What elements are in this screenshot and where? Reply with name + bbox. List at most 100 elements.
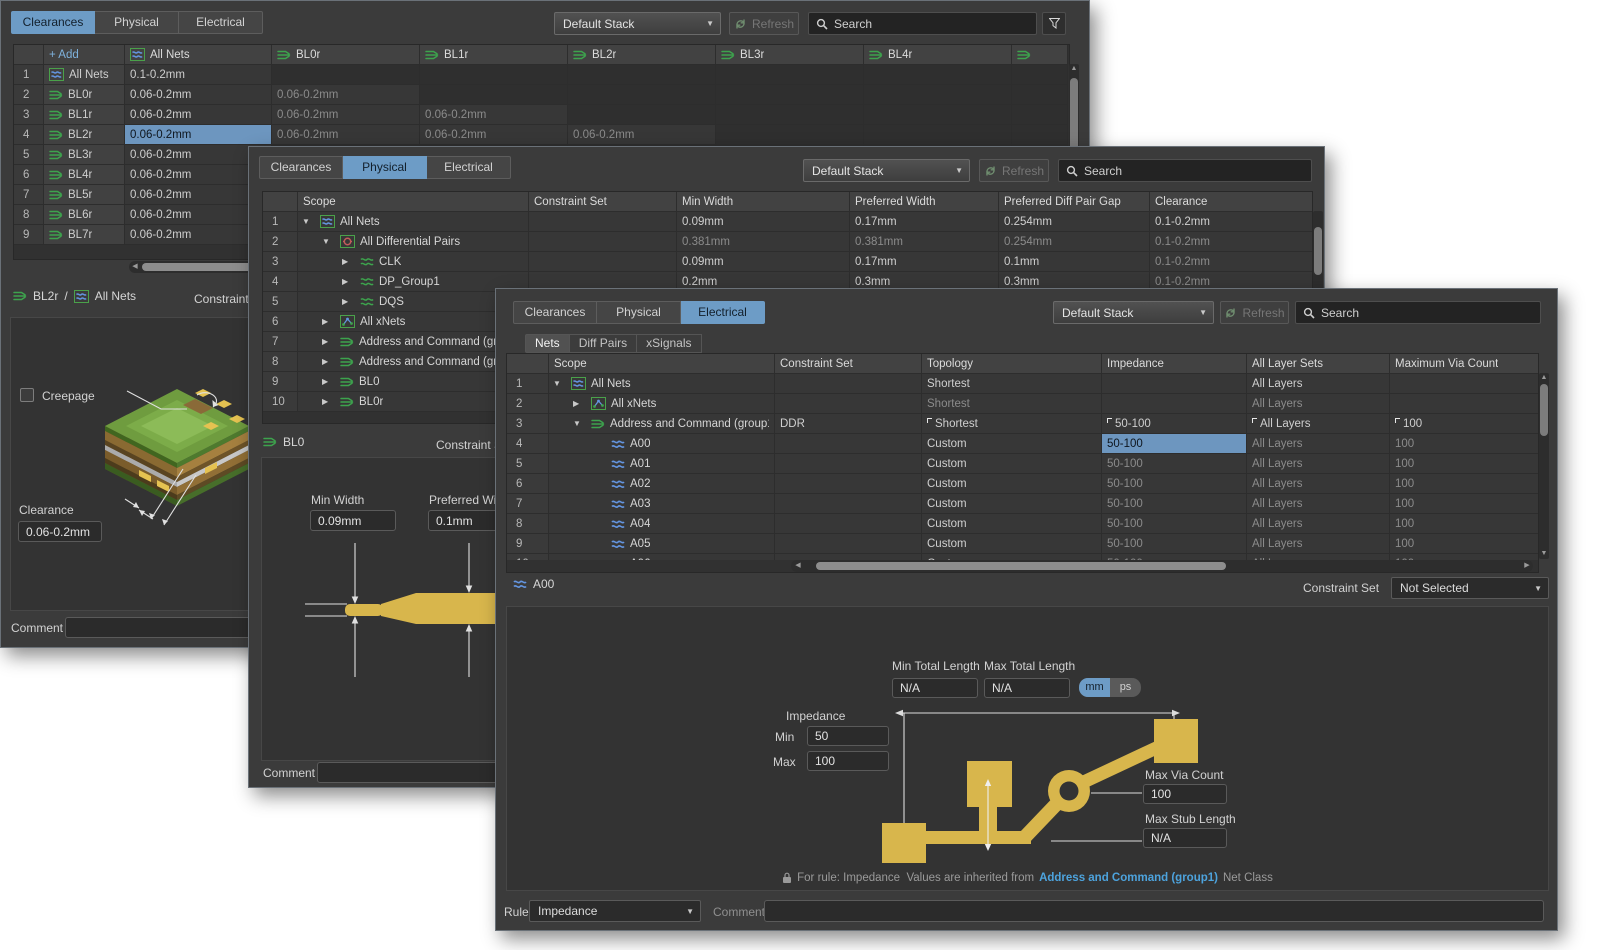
cell[interactable]: 100 [1390,534,1538,554]
clearance-value-field[interactable] [18,521,102,542]
cell[interactable] [1390,394,1538,414]
tab-electrical[interactable]: Electrical [427,156,511,179]
constraint-set-select[interactable]: Not Selected ▼ [1391,577,1549,599]
vertical-scrollbar[interactable]: ▲ ▼ [1539,373,1549,559]
scope-a00[interactable]: A00 [549,434,775,454]
cell[interactable]: Custom [922,534,1102,554]
subtab-xsignals[interactable]: xSignals [637,334,701,353]
expander-icon[interactable]: ▶ [342,277,355,286]
cell[interactable]: All Layers [1247,374,1390,394]
scroll-right-icon[interactable]: ▶ [1522,560,1532,572]
scroll-down-icon[interactable]: ▼ [1539,549,1549,559]
matrix-cell[interactable] [864,85,1012,105]
stack-select[interactable]: Default Stack ▼ [803,159,970,182]
cell[interactable]: 50-100 [1102,514,1247,534]
filter-button[interactable] [1042,12,1066,35]
matrix-cell[interactable]: 0.06-0.2mm [420,125,568,145]
cell[interactable] [775,474,922,494]
tab-physical[interactable]: Physical [343,156,427,179]
expander-icon[interactable]: ▶ [573,399,586,408]
matrix-cell[interactable] [568,85,716,105]
matrix-cell[interactable] [568,65,716,85]
comment-input[interactable] [764,900,1544,922]
cell[interactable]: Custom [922,494,1102,514]
cell[interactable]: All Layers [1247,494,1390,514]
matrix-cell[interactable] [864,125,1012,145]
cell[interactable]: Shortest [922,394,1102,414]
tab-physical[interactable]: Physical [95,11,179,34]
column-header-bl2r[interactable]: BL2r [568,45,716,65]
cell[interactable] [775,494,922,514]
expander-icon[interactable]: ▶ [322,337,335,346]
row-header-all-nets[interactable]: All Nets [44,65,125,85]
cell[interactable]: 0.1mm [999,252,1150,272]
matrix-cell[interactable] [864,105,1012,125]
column-header-preferred-width[interactable]: Preferred Width [850,192,999,212]
scroll-left-icon[interactable]: ◀ [793,560,803,572]
unit-ps-button[interactable]: ps [1110,678,1141,697]
row-header-bl1r[interactable]: BL1r [44,105,125,125]
matrix-cell[interactable] [272,65,420,85]
column-header-all-layer-sets[interactable]: All Layer Sets [1247,354,1390,374]
scope-all-nets[interactable]: ▼All Nets [298,212,529,232]
cell[interactable]: 100 [1390,414,1538,434]
row-header-bl7r[interactable]: BL7r [44,225,125,245]
cell[interactable] [775,534,922,554]
matrix-cell[interactable] [716,125,864,145]
stack-select[interactable]: Default Stack ▼ [554,12,721,35]
add-column-button[interactable]: + Add [44,45,125,65]
cell[interactable]: 0.254mm [999,232,1150,252]
expander-icon[interactable]: ▶ [322,397,335,406]
horizontal-scroll-thumb[interactable] [816,562,1226,570]
matrix-cell[interactable] [716,65,864,85]
cell[interactable] [1102,374,1247,394]
cell[interactable] [529,252,677,272]
tab-physical[interactable]: Physical [597,301,681,324]
cell[interactable]: 50-100 [1102,434,1247,454]
cell[interactable]: 50-100 [1102,534,1247,554]
matrix-cell[interactable] [864,65,1012,85]
cell[interactable]: Custom [922,434,1102,454]
matrix-cell[interactable] [1012,125,1068,145]
min-total-length-field[interactable] [892,678,978,698]
column-header-scope[interactable]: Scope [298,192,529,212]
cell[interactable]: 50-100 [1102,474,1247,494]
matrix-cell[interactable] [716,105,864,125]
column-header-scope[interactable]: Scope [549,354,775,374]
scope-a05[interactable]: A05 [549,534,775,554]
cell[interactable]: All Layers [1247,394,1390,414]
matrix-cell[interactable] [568,105,716,125]
matrix-cell[interactable] [716,85,864,105]
matrix-cell[interactable]: 0.06-0.2mm [125,85,272,105]
scroll-left-icon[interactable]: ◀ [130,261,140,273]
column-header-bl3r[interactable]: BL3r [716,45,864,65]
cell[interactable]: 0.1-0.2mm [1150,212,1313,232]
cell[interactable] [775,514,922,534]
column-header-impedance[interactable]: Impedance [1102,354,1247,374]
cell[interactable] [529,212,677,232]
cell[interactable]: 100 [1390,454,1538,474]
matrix-cell[interactable]: 0.06-0.2mm [125,105,272,125]
cell[interactable]: 0.1-0.2mm [1150,252,1313,272]
refresh-button[interactable]: Refresh [979,159,1049,182]
cell[interactable]: 0.381mm [677,232,850,252]
matrix-cell[interactable]: 0.06-0.2mm [125,125,272,145]
max-total-length-field[interactable] [984,678,1070,698]
refresh-button[interactable]: Refresh [729,12,799,35]
tab-electrical[interactable]: Electrical [179,11,263,34]
min-width-field[interactable] [310,510,396,531]
scope-all-nets[interactable]: ▼All Nets [549,374,775,394]
scope-a01[interactable]: A01 [549,454,775,474]
cell[interactable]: 50-100 [1102,454,1247,474]
column-header-maximum-via-count[interactable]: Maximum Via Count [1390,354,1539,374]
max-stub-length-field[interactable] [1143,828,1227,848]
cell[interactable]: 50-100 [1102,494,1247,514]
cell[interactable]: All Layers [1247,514,1390,534]
unit-mm-button[interactable]: mm [1079,678,1110,697]
column-header-clearance[interactable]: Clearance [1150,192,1313,212]
note-net-class-link[interactable]: Address and Command (group1) [1039,872,1218,884]
matrix-cell[interactable] [420,85,568,105]
subtab-diff-pairs[interactable]: Diff Pairs [570,334,637,353]
cell[interactable]: 100 [1390,434,1538,454]
cell[interactable]: 0.09mm [677,252,850,272]
